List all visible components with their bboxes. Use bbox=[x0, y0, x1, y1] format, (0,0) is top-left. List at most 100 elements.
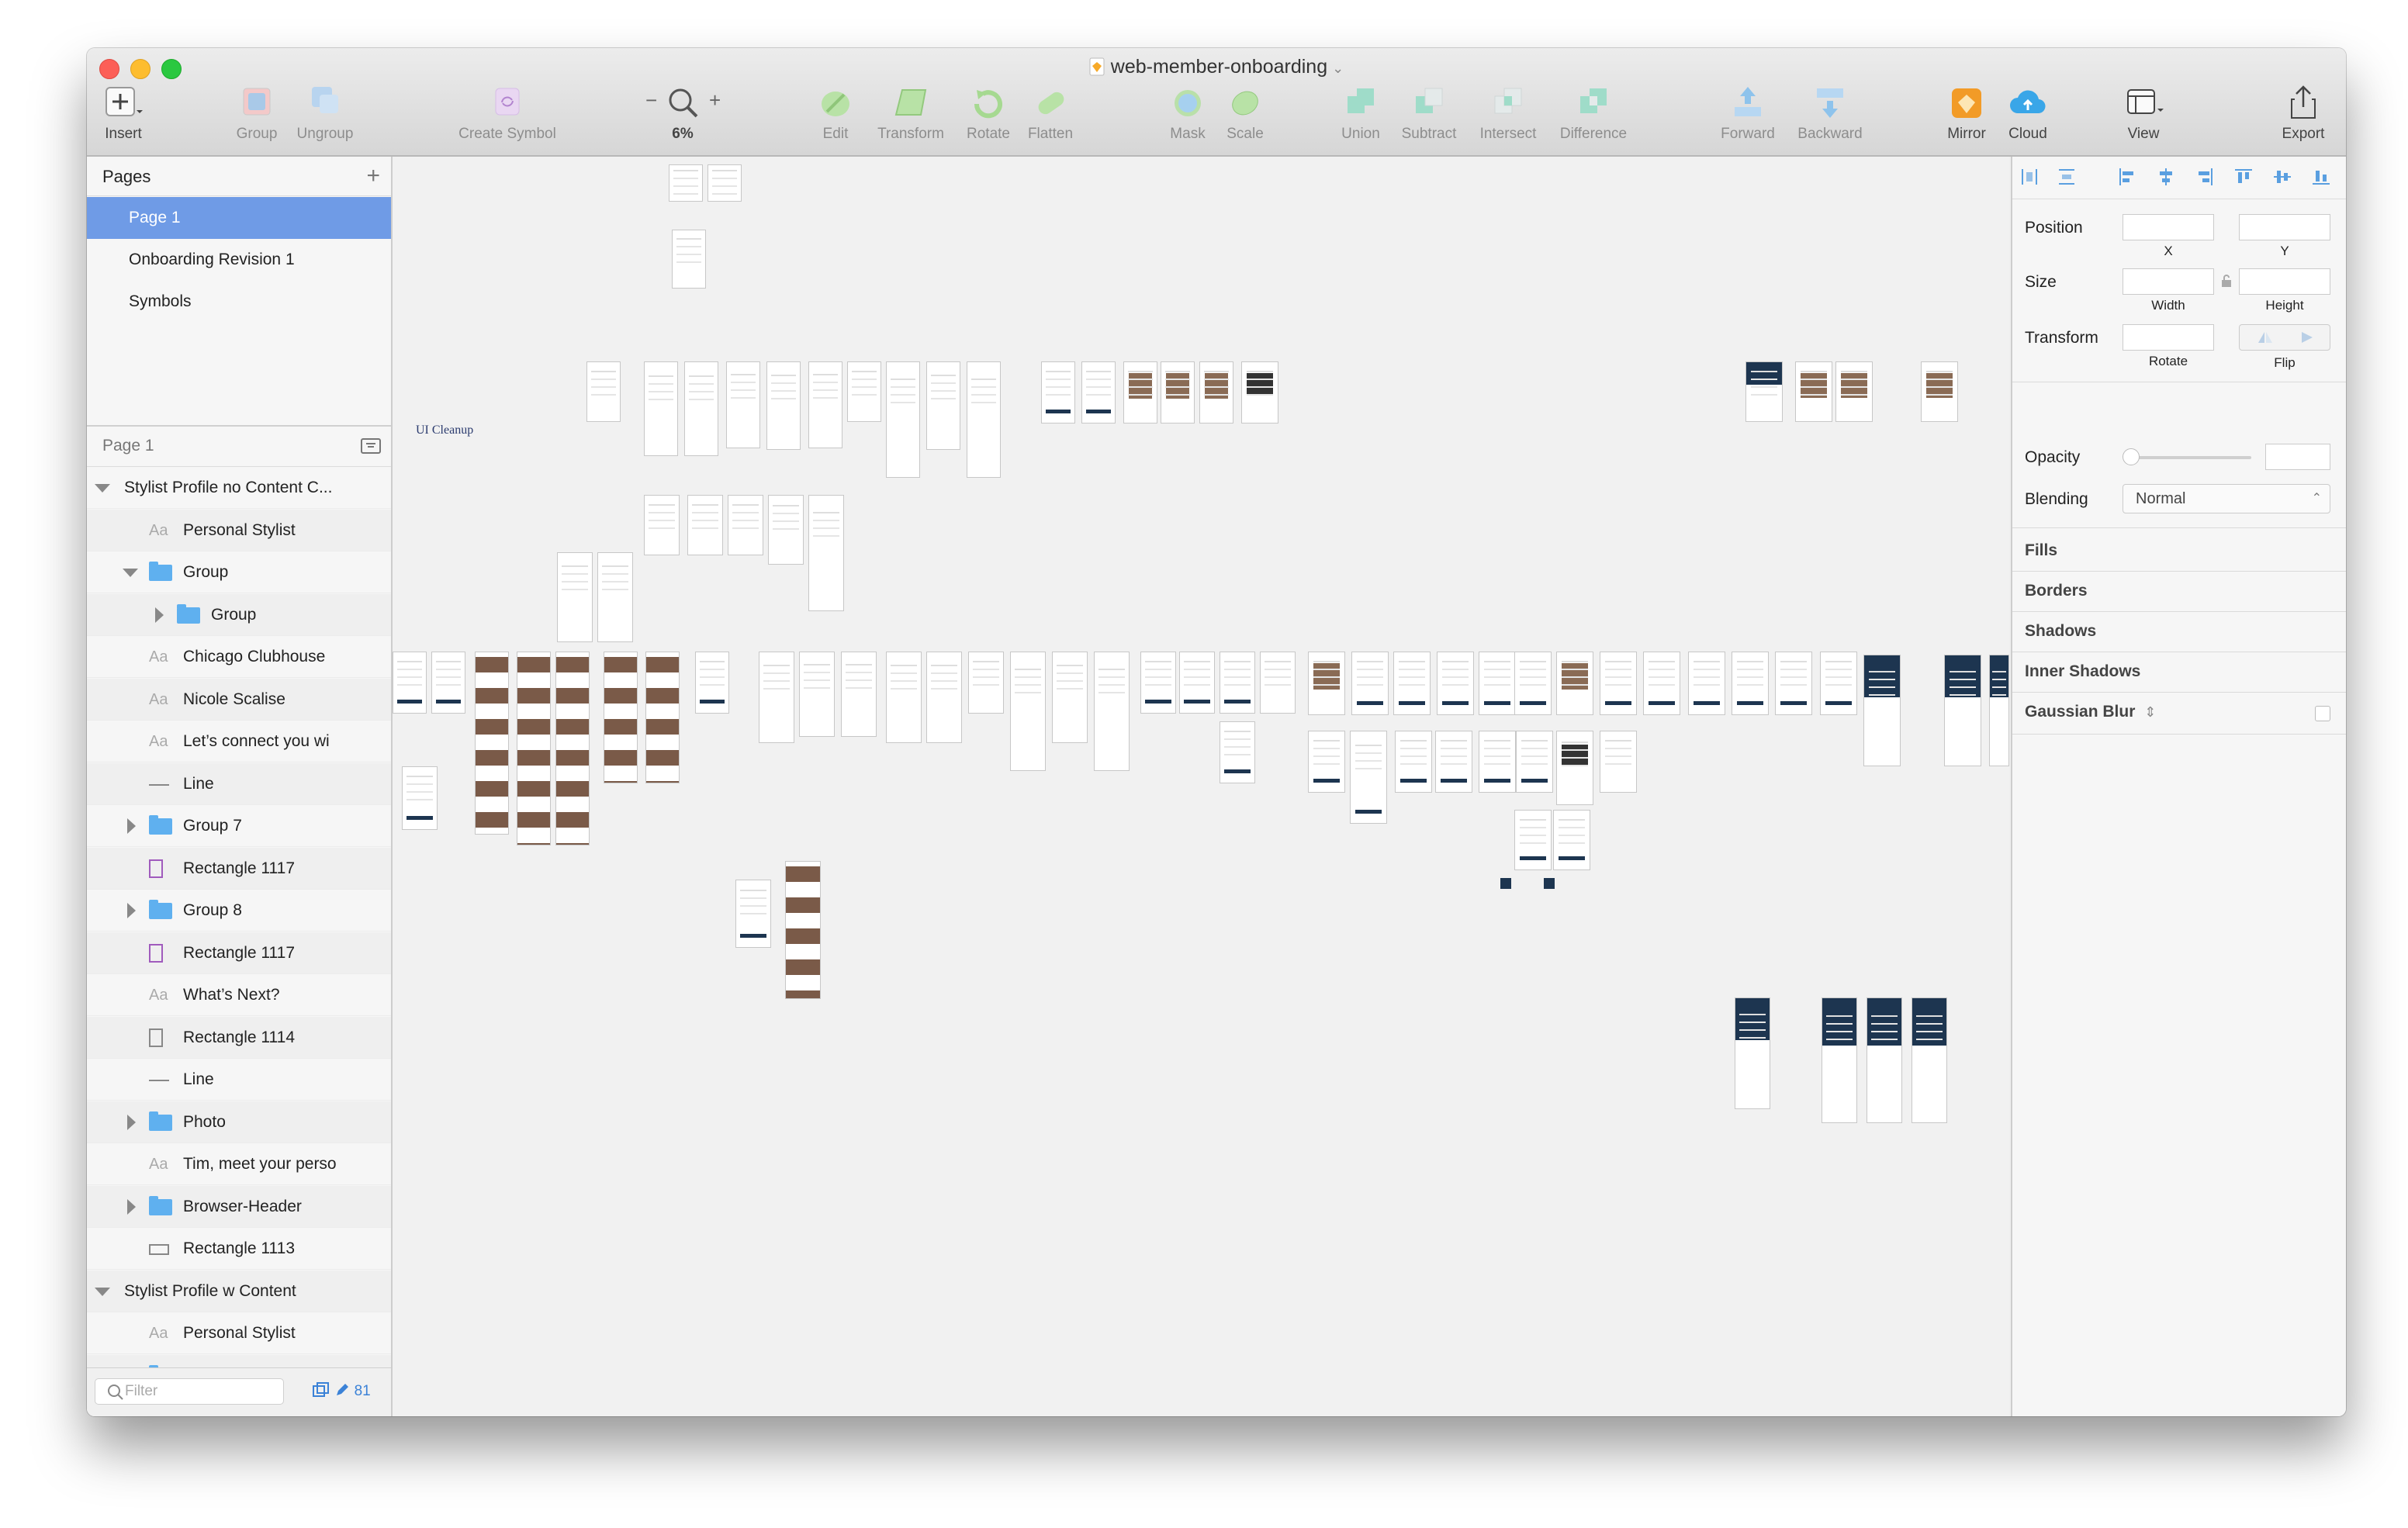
layer-item-stylist-profile-w-content[interactable]: Stylist Profile w Content bbox=[87, 1270, 391, 1312]
artboard-thumbnail[interactable] bbox=[1989, 655, 2009, 766]
layer-item-rectangle-1117[interactable]: Rectangle 1117 bbox=[87, 847, 391, 890]
artboard-thumbnail[interactable] bbox=[645, 652, 680, 783]
disclosure-closed-icon[interactable] bbox=[155, 607, 164, 623]
disclosure-closed-icon[interactable] bbox=[127, 818, 136, 834]
artboard-thumbnail[interactable] bbox=[431, 652, 465, 714]
artboard-thumbnail[interactable] bbox=[1393, 652, 1431, 715]
opacity-field[interactable] bbox=[2265, 444, 2330, 470]
mirror-button[interactable]: Mirror bbox=[1938, 84, 1995, 152]
chevron-down-icon[interactable]: ⌄ bbox=[1332, 60, 1344, 76]
artboard-thumbnail[interactable] bbox=[735, 880, 771, 948]
artboard-thumbnail[interactable] bbox=[1241, 361, 1278, 423]
zoom-in-button[interactable]: + bbox=[709, 88, 721, 112]
gaussian-blur-section[interactable]: Gaussian Blur ⇕ bbox=[2025, 703, 2156, 721]
borders-section[interactable]: Borders bbox=[2025, 582, 2088, 600]
artboard-thumbnail[interactable] bbox=[1041, 361, 1075, 423]
disclosure-open-icon[interactable] bbox=[95, 484, 110, 493]
height-field[interactable] bbox=[2239, 268, 2330, 295]
layer-item-stylist-profile-no-content-c[interactable]: Stylist Profile no Content C... bbox=[87, 467, 391, 509]
artboard-thumbnail[interactable] bbox=[1081, 361, 1116, 423]
artboard-thumbnail[interactable] bbox=[669, 164, 703, 202]
backward-button[interactable]: Backward bbox=[1787, 84, 1873, 152]
gaussian-blur-checkbox[interactable] bbox=[2315, 706, 2330, 721]
layer-item-group[interactable]: Group bbox=[87, 551, 391, 593]
page-item-page-1[interactable]: Page 1 bbox=[87, 197, 391, 239]
distribute-vertical-icon[interactable] bbox=[2057, 168, 2076, 186]
artboard-thumbnail[interactable] bbox=[766, 361, 801, 450]
flip-horizontal-icon[interactable] bbox=[2257, 330, 2274, 344]
artboard-thumbnail[interactable] bbox=[847, 361, 881, 422]
transform-button[interactable]: Transform bbox=[866, 84, 956, 152]
layer-item-photo[interactable]: Photo bbox=[87, 1101, 391, 1143]
width-field[interactable] bbox=[2123, 268, 2214, 295]
artboard-thumbnail[interactable] bbox=[1260, 652, 1296, 714]
artboard-thumbnail[interactable] bbox=[808, 495, 844, 611]
artboard-thumbnail[interactable] bbox=[1600, 652, 1637, 715]
artboard-thumbnail[interactable] bbox=[557, 552, 593, 642]
layer-item-rectangle-1114[interactable]: Rectangle 1114 bbox=[87, 1016, 391, 1059]
layer-item-group[interactable]: Group bbox=[87, 593, 391, 636]
artboard-thumbnail[interactable] bbox=[926, 652, 962, 743]
cloud-button[interactable]: Cloud bbox=[1998, 84, 2057, 152]
collapse-layers-icon[interactable] bbox=[360, 437, 382, 455]
artboard-thumbnail[interactable] bbox=[1479, 652, 1516, 715]
artboard-thumbnail[interactable] bbox=[1912, 997, 1947, 1123]
artboard-thumbnail[interactable] bbox=[759, 652, 794, 743]
ungroup-button[interactable]: Ungroup bbox=[290, 84, 360, 152]
artboard-thumbnail[interactable] bbox=[728, 495, 763, 555]
disclosure-closed-icon[interactable] bbox=[127, 903, 136, 918]
artboard-thumbnail[interactable] bbox=[967, 361, 1001, 478]
position-x-field[interactable] bbox=[2123, 214, 2214, 240]
artboard-thumbnail[interactable] bbox=[1921, 361, 1958, 422]
artboard-thumbnail[interactable] bbox=[586, 361, 621, 422]
intersect-button[interactable]: Intersect bbox=[1469, 84, 1547, 152]
align-left-icon[interactable] bbox=[2118, 168, 2136, 186]
layer-item-nicole-scalise[interactable]: Aa Nicole Scalise bbox=[87, 678, 391, 721]
create-symbol-button[interactable]: Create Symbol bbox=[438, 84, 577, 152]
layer-item-rectangle-1113[interactable]: Rectangle 1113 bbox=[87, 1228, 391, 1270]
align-top-icon[interactable] bbox=[2234, 168, 2253, 186]
fills-section[interactable]: Fills bbox=[2025, 541, 2057, 560]
layer-item-personal-stylist[interactable]: Aa Personal Stylist bbox=[87, 509, 391, 551]
artboard-thumbnail[interactable] bbox=[1820, 652, 1857, 715]
artboard-thumbnail[interactable] bbox=[1556, 731, 1593, 805]
artboard-thumbnail[interactable] bbox=[1863, 655, 1901, 766]
artboard-thumbnail[interactable] bbox=[672, 230, 706, 289]
union-button[interactable]: Union bbox=[1331, 84, 1390, 152]
artboard-thumbnail[interactable] bbox=[1123, 361, 1157, 423]
artboard-thumbnail[interactable] bbox=[1395, 731, 1432, 793]
artboard-thumbnail[interactable] bbox=[687, 495, 723, 555]
select-arrows-icon[interactable]: ⇕ bbox=[2144, 704, 2156, 720]
add-page-button[interactable]: + bbox=[366, 164, 380, 188]
layer-item-personal-stylist[interactable]: Aa Personal Stylist bbox=[87, 1312, 391, 1354]
artboard-thumbnail[interactable] bbox=[644, 495, 680, 555]
layer-item-rectangle-1117[interactable]: Rectangle 1117 bbox=[87, 932, 391, 974]
artboard-thumbnail[interactable] bbox=[555, 652, 590, 845]
edit-button[interactable]: Edit bbox=[808, 84, 863, 152]
artboard-thumbnail[interactable] bbox=[1052, 652, 1088, 743]
artboard-thumbnail[interactable] bbox=[1479, 731, 1516, 793]
artboard-thumbnail[interactable] bbox=[1835, 361, 1873, 422]
inner-shadows-section[interactable]: Inner Shadows bbox=[2025, 662, 2140, 681]
artboard-thumbnail[interactable] bbox=[1822, 997, 1857, 1123]
artboard-thumbnail[interactable] bbox=[1437, 652, 1474, 715]
artboard-thumbnail[interactable] bbox=[1220, 721, 1255, 783]
artboard-thumbnail[interactable] bbox=[1308, 731, 1345, 793]
artboard-thumbnail[interactable] bbox=[1140, 652, 1176, 714]
artboard-thumbnail[interactable] bbox=[1600, 731, 1637, 793]
artboard-thumbnail[interactable] bbox=[1867, 997, 1902, 1123]
artboard-thumbnail[interactable] bbox=[1688, 652, 1725, 715]
layer-item-group-8[interactable]: Group 8 bbox=[87, 890, 391, 932]
artboard-thumbnail[interactable] bbox=[768, 495, 804, 565]
artboard-thumbnail[interactable] bbox=[886, 361, 920, 478]
flip-vertical-icon[interactable] bbox=[2299, 330, 2316, 344]
artboard-thumbnail[interactable] bbox=[1514, 810, 1552, 870]
artboard-thumbnail[interactable] bbox=[808, 361, 842, 448]
artboard-thumbnail[interactable] bbox=[1350, 731, 1387, 824]
page-item-onboarding-revision-1[interactable]: Onboarding Revision 1 bbox=[87, 239, 391, 281]
artboard-thumbnail[interactable] bbox=[1351, 652, 1389, 715]
artboard-thumbnail[interactable] bbox=[926, 361, 960, 450]
artboard-thumbnail[interactable] bbox=[1435, 731, 1472, 793]
view-button[interactable]: View bbox=[2116, 84, 2171, 152]
lock-icon[interactable] bbox=[2220, 273, 2233, 289]
